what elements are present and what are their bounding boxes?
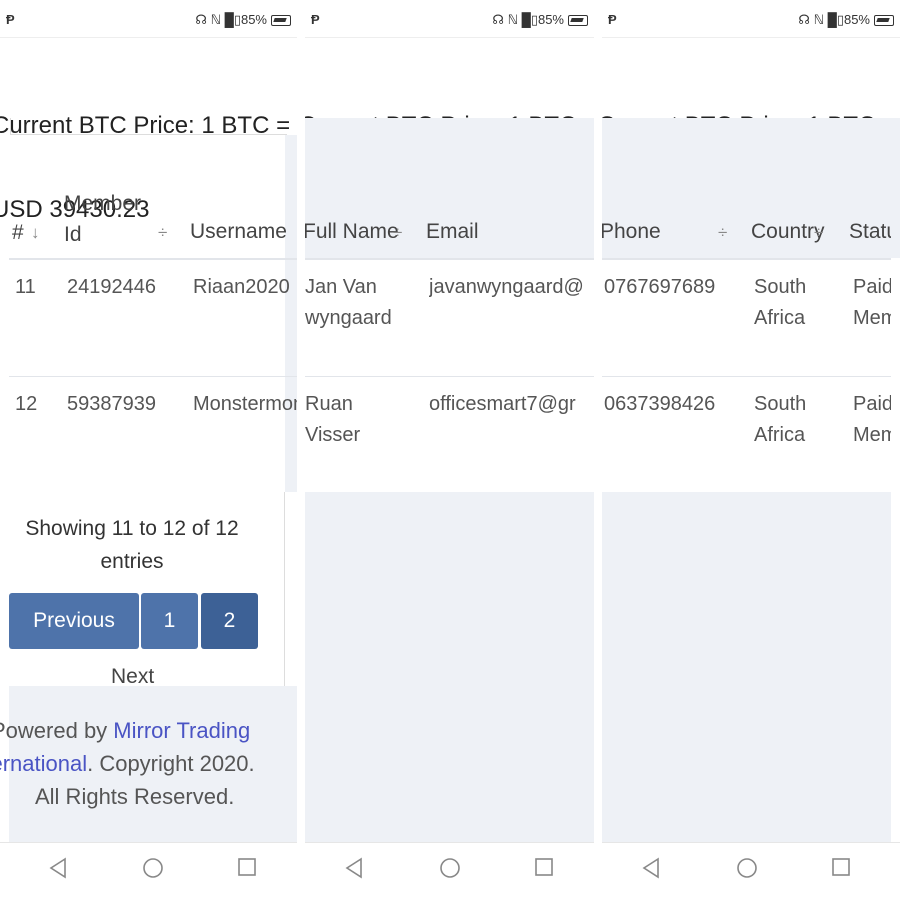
status-right-icons: ☊ ℕ █▯85% bbox=[798, 12, 894, 28]
back-triangle-icon[interactable] bbox=[49, 857, 67, 879]
battery-icon bbox=[271, 14, 291, 26]
back-triangle-icon[interactable] bbox=[642, 857, 660, 879]
mirror-trading-link[interactable]: Mirror Trading bbox=[113, 718, 250, 743]
mirror-trading-link[interactable]: International bbox=[0, 751, 87, 776]
android-nav-bar bbox=[305, 842, 594, 900]
page-1-button[interactable]: 1 bbox=[141, 593, 198, 649]
col-header-phone[interactable]: Phone bbox=[602, 220, 661, 244]
col-header-status[interactable]: Status bbox=[849, 220, 891, 244]
cell-full-name: Ruan Visser bbox=[305, 393, 361, 446]
cell-status: Paid Member bbox=[853, 393, 891, 446]
home-circle-icon[interactable] bbox=[439, 857, 461, 879]
screenshot-panel-1: Ᵽ ☊ ℕ █▯85% Current BTC Price: 1 BTC = U… bbox=[0, 0, 297, 900]
footer-line-3: All Rights Reserved. bbox=[35, 784, 235, 809]
battery-icon bbox=[568, 14, 588, 26]
table-info: Showing 11 to 12 of 12 entries bbox=[25, 517, 239, 573]
col-header-full-name[interactable]: Full Name bbox=[305, 220, 399, 244]
col-header-num[interactable]: # bbox=[12, 221, 24, 245]
recents-square-icon[interactable] bbox=[534, 857, 554, 877]
status-left-icon: Ᵽ bbox=[311, 12, 320, 27]
btc-price-header: Current BTC Price: 1 BTC = USD 39430.23 bbox=[0, 112, 291, 223]
home-circle-icon[interactable] bbox=[142, 857, 164, 879]
back-triangle-icon[interactable] bbox=[345, 857, 363, 879]
previous-button[interactable]: Previous bbox=[9, 593, 139, 649]
cell-phone: 0767697689 bbox=[604, 276, 716, 298]
status-bar: Ᵽ ☊ ℕ █▯85% bbox=[602, 0, 900, 38]
cell-username: Riaan2020 bbox=[193, 276, 290, 298]
page-2-button[interactable]: 2 bbox=[201, 593, 258, 649]
sort-icon[interactable]: ÷ bbox=[158, 223, 167, 243]
screenshot-panel-2: Ᵽ ☊ ℕ █▯85% Current BTC Price: 1 BTC = U… bbox=[305, 0, 594, 900]
sort-icon[interactable]: ÷ bbox=[814, 223, 823, 243]
sort-icon[interactable]: ÷ bbox=[718, 223, 727, 243]
cell-phone: 0637398426 bbox=[604, 393, 716, 415]
cell-num: 12 bbox=[15, 393, 38, 415]
home-circle-icon[interactable] bbox=[736, 857, 758, 879]
footer-line-2: International. Copyright 2020. bbox=[0, 747, 255, 780]
cell-country: South Africa bbox=[754, 276, 807, 329]
sort-desc-icon[interactable]: ↓ bbox=[31, 223, 40, 243]
cell-member-id: 24192446 bbox=[67, 276, 156, 298]
cell-country: South Africa bbox=[754, 393, 807, 446]
recents-square-icon[interactable] bbox=[237, 857, 257, 877]
sort-icon[interactable]: ÷ bbox=[393, 223, 402, 243]
status-bar: Ᵽ ☊ ℕ █▯85% bbox=[0, 0, 297, 38]
cell-member-id: 59387939 bbox=[67, 393, 156, 415]
col-header-email[interactable]: Email bbox=[426, 220, 479, 244]
battery-icon bbox=[874, 14, 894, 26]
status-left-icon: Ᵽ bbox=[6, 12, 15, 27]
cell-status: Paid Member bbox=[853, 276, 891, 329]
android-nav-bar bbox=[0, 842, 297, 900]
recents-square-icon[interactable] bbox=[831, 857, 851, 877]
android-nav-bar bbox=[602, 842, 900, 900]
col-header-username[interactable]: Username bbox=[190, 220, 287, 244]
status-right-icons: ☊ ℕ █▯85% bbox=[492, 12, 588, 28]
status-bar: Ᵽ ☊ ℕ █▯85% bbox=[305, 0, 594, 38]
col-header-member-id[interactable]: Member Id bbox=[64, 188, 141, 250]
cell-num: 11 bbox=[15, 276, 36, 298]
cell-username: Monstermon bbox=[193, 393, 297, 415]
footer-line-1: Powered by Mirror Trading bbox=[0, 718, 251, 743]
cell-email: officesmart7@gr bbox=[429, 393, 576, 415]
status-left-icon: Ᵽ bbox=[608, 12, 617, 27]
cell-email: javanwyngaard@ bbox=[429, 276, 584, 298]
screenshot-panel-3: Ᵽ ☊ ℕ █▯85% Current BTC Price: 1 BTC = U… bbox=[602, 0, 900, 900]
status-right-icons: ☊ ℕ █▯85% bbox=[195, 12, 291, 28]
cell-full-name: Jan Van wyngaard bbox=[305, 276, 392, 329]
